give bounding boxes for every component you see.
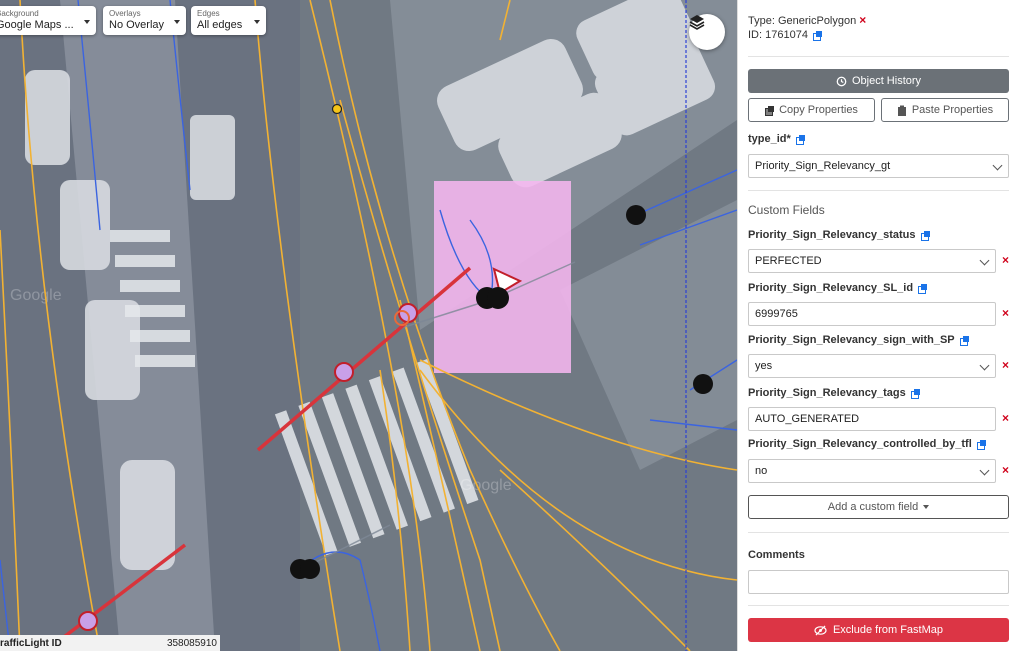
status-value: 358085910	[166, 638, 217, 649]
copy-icon[interactable]	[910, 388, 920, 399]
type-id-label-text: type_id*	[748, 133, 791, 145]
remove-field-icon[interactable]: ×	[1002, 463, 1009, 477]
status-value: PERFECTED	[755, 255, 822, 267]
copy-icon	[765, 105, 775, 116]
exclude-from-fastmap-button[interactable]: Exclude from FastMap	[748, 618, 1009, 642]
copy-icon[interactable]	[959, 335, 969, 346]
controlled-by-tfl-select[interactable]: no	[748, 459, 996, 483]
copy-icon[interactable]	[920, 230, 930, 241]
edges-select-value: All edges	[197, 19, 243, 31]
properties-panel: Type: GenericPolygon × ID: 1761074 Objec…	[737, 0, 1020, 651]
remove-field-icon[interactable]: ×	[1002, 253, 1009, 267]
map-view[interactable]: Google Google Background Google Maps ...…	[0, 0, 737, 651]
overlays-select-label: Overlays	[109, 9, 141, 18]
custom-field-label-text: Priority_Sign_Relevancy_status	[748, 229, 916, 241]
comments-input[interactable]	[748, 570, 1009, 594]
sl-id-input[interactable]: 6999765	[748, 302, 996, 326]
background-select-label: Background	[0, 9, 39, 18]
copy-properties-button[interactable]: Copy Properties	[748, 98, 875, 122]
add-custom-field-button[interactable]: Add a custom field	[748, 495, 1009, 519]
edges-select-label: Edges	[197, 9, 220, 18]
watermark-1: Google	[10, 287, 62, 304]
sign-with-sp-select[interactable]: yes	[748, 354, 996, 378]
object-history-label: Object History	[851, 75, 922, 87]
status-label: rafficLight ID	[0, 638, 62, 649]
custom-field-label: Priority_Sign_Relevancy_status	[748, 229, 930, 241]
custom-field-label: Priority_Sign_Relevancy_SL_id	[748, 282, 928, 294]
sl-id-value: 6999765	[755, 308, 798, 320]
custom-field-label-text: Priority_Sign_Relevancy_tags	[748, 387, 906, 399]
chevron-down-icon	[254, 20, 260, 24]
status-select[interactable]: PERFECTED	[748, 249, 996, 273]
exclude-label: Exclude from FastMap	[832, 624, 944, 636]
tags-input[interactable]: AUTO_GENERATED	[748, 407, 996, 431]
custom-field-label-text: Priority_Sign_Relevancy_SL_id	[748, 282, 914, 294]
divider	[748, 605, 1009, 606]
paste-properties-label: Paste Properties	[911, 104, 994, 116]
object-type: Type: GenericPolygon ×	[748, 13, 866, 27]
remove-field-icon[interactable]: ×	[1002, 306, 1009, 320]
controlled-by-tfl-value: no	[755, 465, 768, 477]
caret-down-icon	[923, 505, 930, 509]
watermark-2: Google	[460, 477, 512, 494]
divider	[748, 190, 1009, 191]
divider	[748, 56, 1009, 57]
paste-properties-button[interactable]: Paste Properties	[881, 98, 1009, 122]
chevron-down-icon	[174, 20, 180, 24]
custom-field-label: Priority_Sign_Relevancy_controlled_by_tf…	[748, 438, 986, 450]
history-icon	[836, 76, 847, 86]
custom-fields-title: Custom Fields	[748, 203, 825, 217]
type-id-value: Priority_Sign_Relevancy_gt	[755, 160, 891, 172]
remove-field-icon[interactable]: ×	[1002, 411, 1009, 425]
background-select[interactable]: Background Google Maps ...	[0, 6, 96, 35]
type-id-select[interactable]: Priority_Sign_Relevancy_gt	[748, 154, 1009, 178]
copy-properties-label: Copy Properties	[779, 104, 858, 116]
copy-icon[interactable]	[976, 439, 986, 450]
clipboard-icon	[897, 105, 906, 116]
custom-field-label-text: Priority_Sign_Relevancy_sign_with_SP	[748, 334, 955, 346]
edges-select[interactable]: Edges All edges	[191, 6, 266, 35]
tags-value: AUTO_GENERATED	[755, 413, 860, 425]
overlays-select[interactable]: Overlays No Overlay	[103, 6, 186, 35]
custom-field-label: Priority_Sign_Relevancy_sign_with_SP	[748, 334, 969, 346]
sign-with-sp-value: yes	[755, 360, 773, 372]
add-custom-field-label: Add a custom field	[827, 501, 919, 513]
comments-label: Comments	[748, 549, 805, 561]
copy-icon[interactable]	[795, 134, 805, 145]
type-id-label: type_id*	[748, 133, 805, 145]
object-history-button[interactable]: Object History	[748, 69, 1009, 93]
divider	[748, 532, 1009, 533]
map-canvas[interactable]: Google Google	[0, 0, 737, 651]
copy-icon[interactable]	[812, 30, 822, 41]
copy-icon[interactable]	[918, 283, 928, 294]
object-id: ID: 1761074	[748, 29, 822, 41]
layers-button[interactable]	[689, 14, 725, 50]
overlays-select-value: No Overlay	[109, 19, 165, 31]
custom-field-label: Priority_Sign_Relevancy_tags	[748, 387, 920, 399]
layers-icon	[689, 15, 705, 30]
object-id-text: ID: 1761074	[748, 29, 808, 41]
close-icon[interactable]: ×	[859, 13, 866, 27]
object-type-text: Type: GenericPolygon	[748, 15, 857, 27]
waypoint-node[interactable]	[331, 103, 343, 115]
eye-slash-icon	[814, 624, 827, 636]
status-bar: rafficLight ID 358085910	[0, 635, 220, 651]
background-select-value: Google Maps ...	[0, 19, 74, 31]
chevron-down-icon	[84, 20, 90, 24]
remove-field-icon[interactable]: ×	[1002, 358, 1009, 372]
custom-field-label-text: Priority_Sign_Relevancy_controlled_by_tf…	[748, 438, 972, 450]
